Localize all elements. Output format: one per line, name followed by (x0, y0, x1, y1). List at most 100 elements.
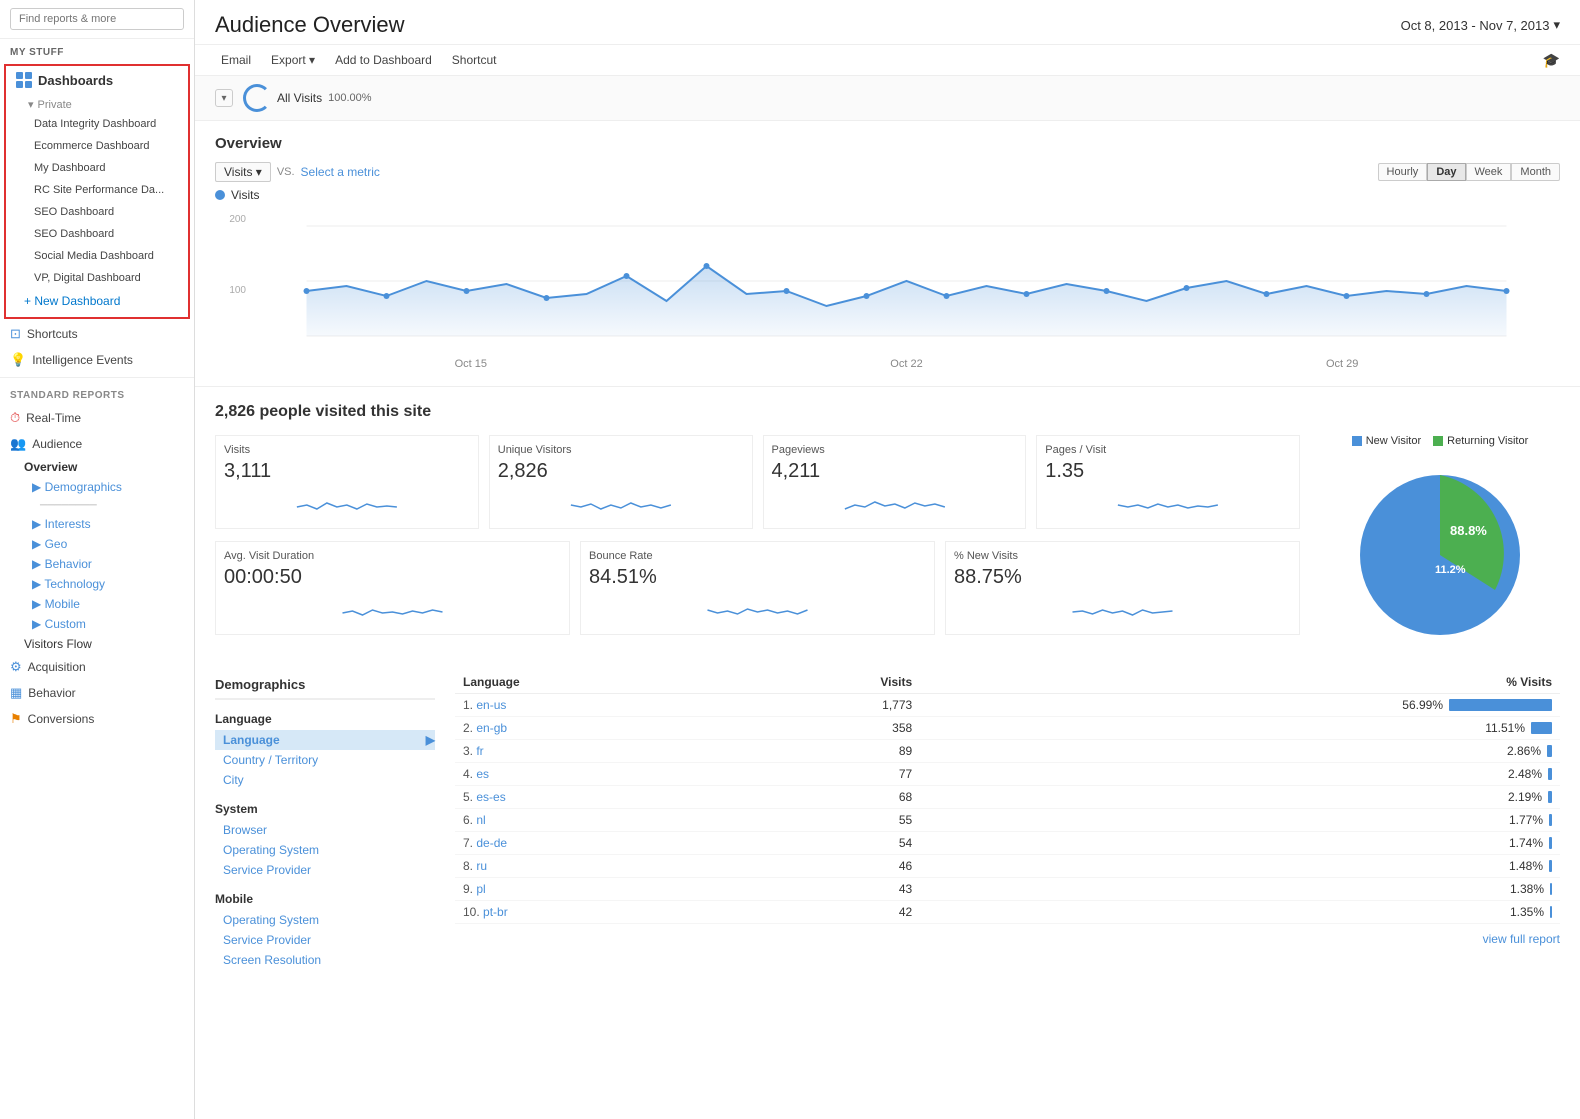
demo-link-city[interactable]: City (215, 770, 435, 790)
sidebar-item-visitors-flow[interactable]: Visitors Flow (0, 634, 194, 654)
sidebar-item-data-integrity[interactable]: Data Integrity Dashboard (6, 113, 188, 135)
sidebar-item-overview[interactable]: Overview (0, 457, 194, 477)
lang-rank: 6. nl (455, 809, 736, 832)
table-row: 9. pl 43 1.38% (455, 878, 1560, 901)
metric-value-pages-visit: 1.35 (1045, 460, 1291, 483)
sidebar-item-shortcuts[interactable]: ⊡ Shortcuts (0, 321, 194, 347)
table-row: 7. de-de 54 1.74% (455, 832, 1560, 855)
demo-category-header: Language (215, 708, 435, 730)
table-row: 10. pt-br 42 1.35% (455, 901, 1560, 924)
sidebar-item-geo[interactable]: ▶ Geo (0, 534, 194, 554)
metric-card-unique: Unique Visitors 2,826 (489, 435, 753, 529)
sidebar-item-my-dashboard[interactable]: My Dashboard (6, 157, 188, 179)
sidebar-item-custom[interactable]: ▶ Custom (0, 614, 194, 634)
sidebar-item-seo2[interactable]: SEO Dashboard (6, 223, 188, 245)
dashboards-header[interactable]: Dashboards (6, 66, 188, 94)
segment-pct: 100.00% (328, 92, 371, 104)
behavior2-icon: ▦ (10, 685, 22, 701)
sidebar-item-acquisition[interactable]: ⚙ Acquisition (0, 654, 194, 680)
lang-rank: 1. en-us (455, 694, 736, 717)
demo-table-header: Demographics (215, 671, 435, 700)
lang-link[interactable]: fr (476, 744, 483, 758)
lang-visits: 358 (736, 717, 921, 740)
segment-toggle[interactable]: ▾ (215, 89, 233, 107)
sidebar-item-behavior2[interactable]: ▦ Behavior (0, 680, 194, 706)
demo-link-service-provider[interactable]: Service Provider (215, 860, 435, 880)
sidebar-item-ecommerce[interactable]: Ecommerce Dashboard (6, 135, 188, 157)
lang-link[interactable]: nl (476, 813, 485, 827)
sidebar-item-behavior[interactable]: ▶ Behavior (0, 554, 194, 574)
email-button[interactable]: Email (215, 51, 257, 69)
sidebar-item-intelligence[interactable]: 💡 Intelligence Events (0, 347, 194, 373)
export-button[interactable]: Export ▾ (265, 51, 321, 69)
add-dashboard-button[interactable]: Add to Dashboard (329, 51, 438, 69)
sparkline-visits (224, 487, 470, 517)
main-header: Audience Overview Oct 8, 2013 - Nov 7, 2… (195, 0, 1580, 45)
time-btn-month[interactable]: Month (1511, 163, 1560, 181)
search-input[interactable] (10, 8, 184, 30)
table-row: 6. nl 55 1.77% (455, 809, 1560, 832)
metric-button[interactable]: Visits ▾ (215, 162, 271, 182)
sidebar-item-technology[interactable]: ▶ Technology (0, 574, 194, 594)
metric-name-visits: Visits (224, 444, 470, 456)
sidebar-item-seo1[interactable]: SEO Dashboard (6, 201, 188, 223)
lang-link[interactable]: en-us (476, 698, 506, 712)
x-label-oct29: Oct 29 (1326, 358, 1358, 370)
metric-card-avg-duration: Avg. Visit Duration 00:00:50 (215, 541, 570, 635)
sidebar-item-conversions[interactable]: ⚑ Conversions (0, 706, 194, 732)
demo-link-language[interactable]: Language ▶ (215, 730, 435, 750)
lang-link[interactable]: pl (476, 882, 485, 896)
view-full-report[interactable]: view full report (455, 924, 1560, 954)
acquisition-label: Acquisition (28, 660, 86, 674)
metric-name-pages-visit: Pages / Visit (1045, 444, 1291, 456)
y-label-100: 100 (215, 285, 246, 296)
shortcut-button[interactable]: Shortcut (446, 51, 503, 69)
sidebar-item-mobile[interactable]: ▶ Mobile (0, 594, 194, 614)
legend-label: Visits (231, 188, 259, 202)
lang-link[interactable]: pt-br (483, 905, 508, 919)
vs-text: VS. (277, 166, 295, 178)
demo-link-mobile-service[interactable]: Service Provider (215, 930, 435, 950)
date-range[interactable]: Oct 8, 2013 - Nov 7, 2013 ▾ (1401, 17, 1560, 33)
lang-table-body: 1. en-us 1,773 56.99% 2. en-gb 358 11.51… (455, 694, 1560, 924)
lang-link[interactable]: es (476, 767, 489, 781)
metric-name-pageviews: Pageviews (772, 444, 1018, 456)
select-metric[interactable]: Select a metric (301, 165, 380, 179)
sparkline-unique (498, 487, 744, 517)
overview-section: Overview Visits ▾ VS. Select a metric Ho… (195, 121, 1580, 386)
time-btn-hourly[interactable]: Hourly (1378, 163, 1428, 181)
segment-label: All Visits (277, 91, 322, 105)
sidebar-item-demographics[interactable]: ▶ Demographics (0, 477, 194, 497)
demo-link-mobile-os[interactable]: Operating System (215, 910, 435, 930)
demo-link-os[interactable]: Operating System (215, 840, 435, 860)
lang-link[interactable]: en-gb (476, 721, 507, 735)
lang-pct: 1.38% (920, 878, 1560, 901)
segment-circle (243, 84, 271, 112)
sidebar-item-realtime[interactable]: ⏱ Real-Time (0, 405, 194, 431)
my-stuff-label: MY STUFF (0, 39, 194, 62)
demo-link-screen-res[interactable]: Screen Resolution (215, 950, 435, 970)
new-dashboard-button[interactable]: + New Dashboard (6, 289, 188, 313)
lang-link[interactable]: ru (476, 859, 487, 873)
lang-link[interactable]: es-es (476, 790, 505, 804)
date-range-chevron: ▾ (1553, 17, 1560, 33)
demo-link-browser[interactable]: Browser (215, 820, 435, 840)
sidebar-item-social-media[interactable]: Social Media Dashboard (6, 245, 188, 267)
demo-link-country[interactable]: Country / Territory (215, 750, 435, 770)
sidebar: MY STUFF Dashboards ▾ Private Data Integ… (0, 0, 195, 1119)
shortcut-icon: 🎓 (1543, 52, 1560, 69)
sidebar-item-vp-digital[interactable]: VP, Digital Dashboard (6, 267, 188, 289)
legend-dot (215, 190, 225, 200)
time-btn-day[interactable]: Day (1427, 163, 1465, 181)
sidebar-item-audience[interactable]: 👥 Audience (0, 431, 194, 457)
time-btn-week[interactable]: Week (1466, 163, 1512, 181)
lang-pct: 2.48% (920, 763, 1560, 786)
lang-pct: 2.86% (920, 740, 1560, 763)
pie-chart: 88.8% 11.2% (1340, 455, 1540, 655)
segment-chip: All Visits 100.00% (243, 84, 372, 112)
chart-xaxis: Oct 15 Oct 22 Oct 29 (253, 356, 1560, 372)
metric-card-visits: Visits 3,111 (215, 435, 479, 529)
sidebar-item-interests[interactable]: ▶ Interests (0, 514, 194, 534)
lang-link[interactable]: de-de (476, 836, 507, 850)
sidebar-item-rc-site[interactable]: RC Site Performance Da... (6, 179, 188, 201)
